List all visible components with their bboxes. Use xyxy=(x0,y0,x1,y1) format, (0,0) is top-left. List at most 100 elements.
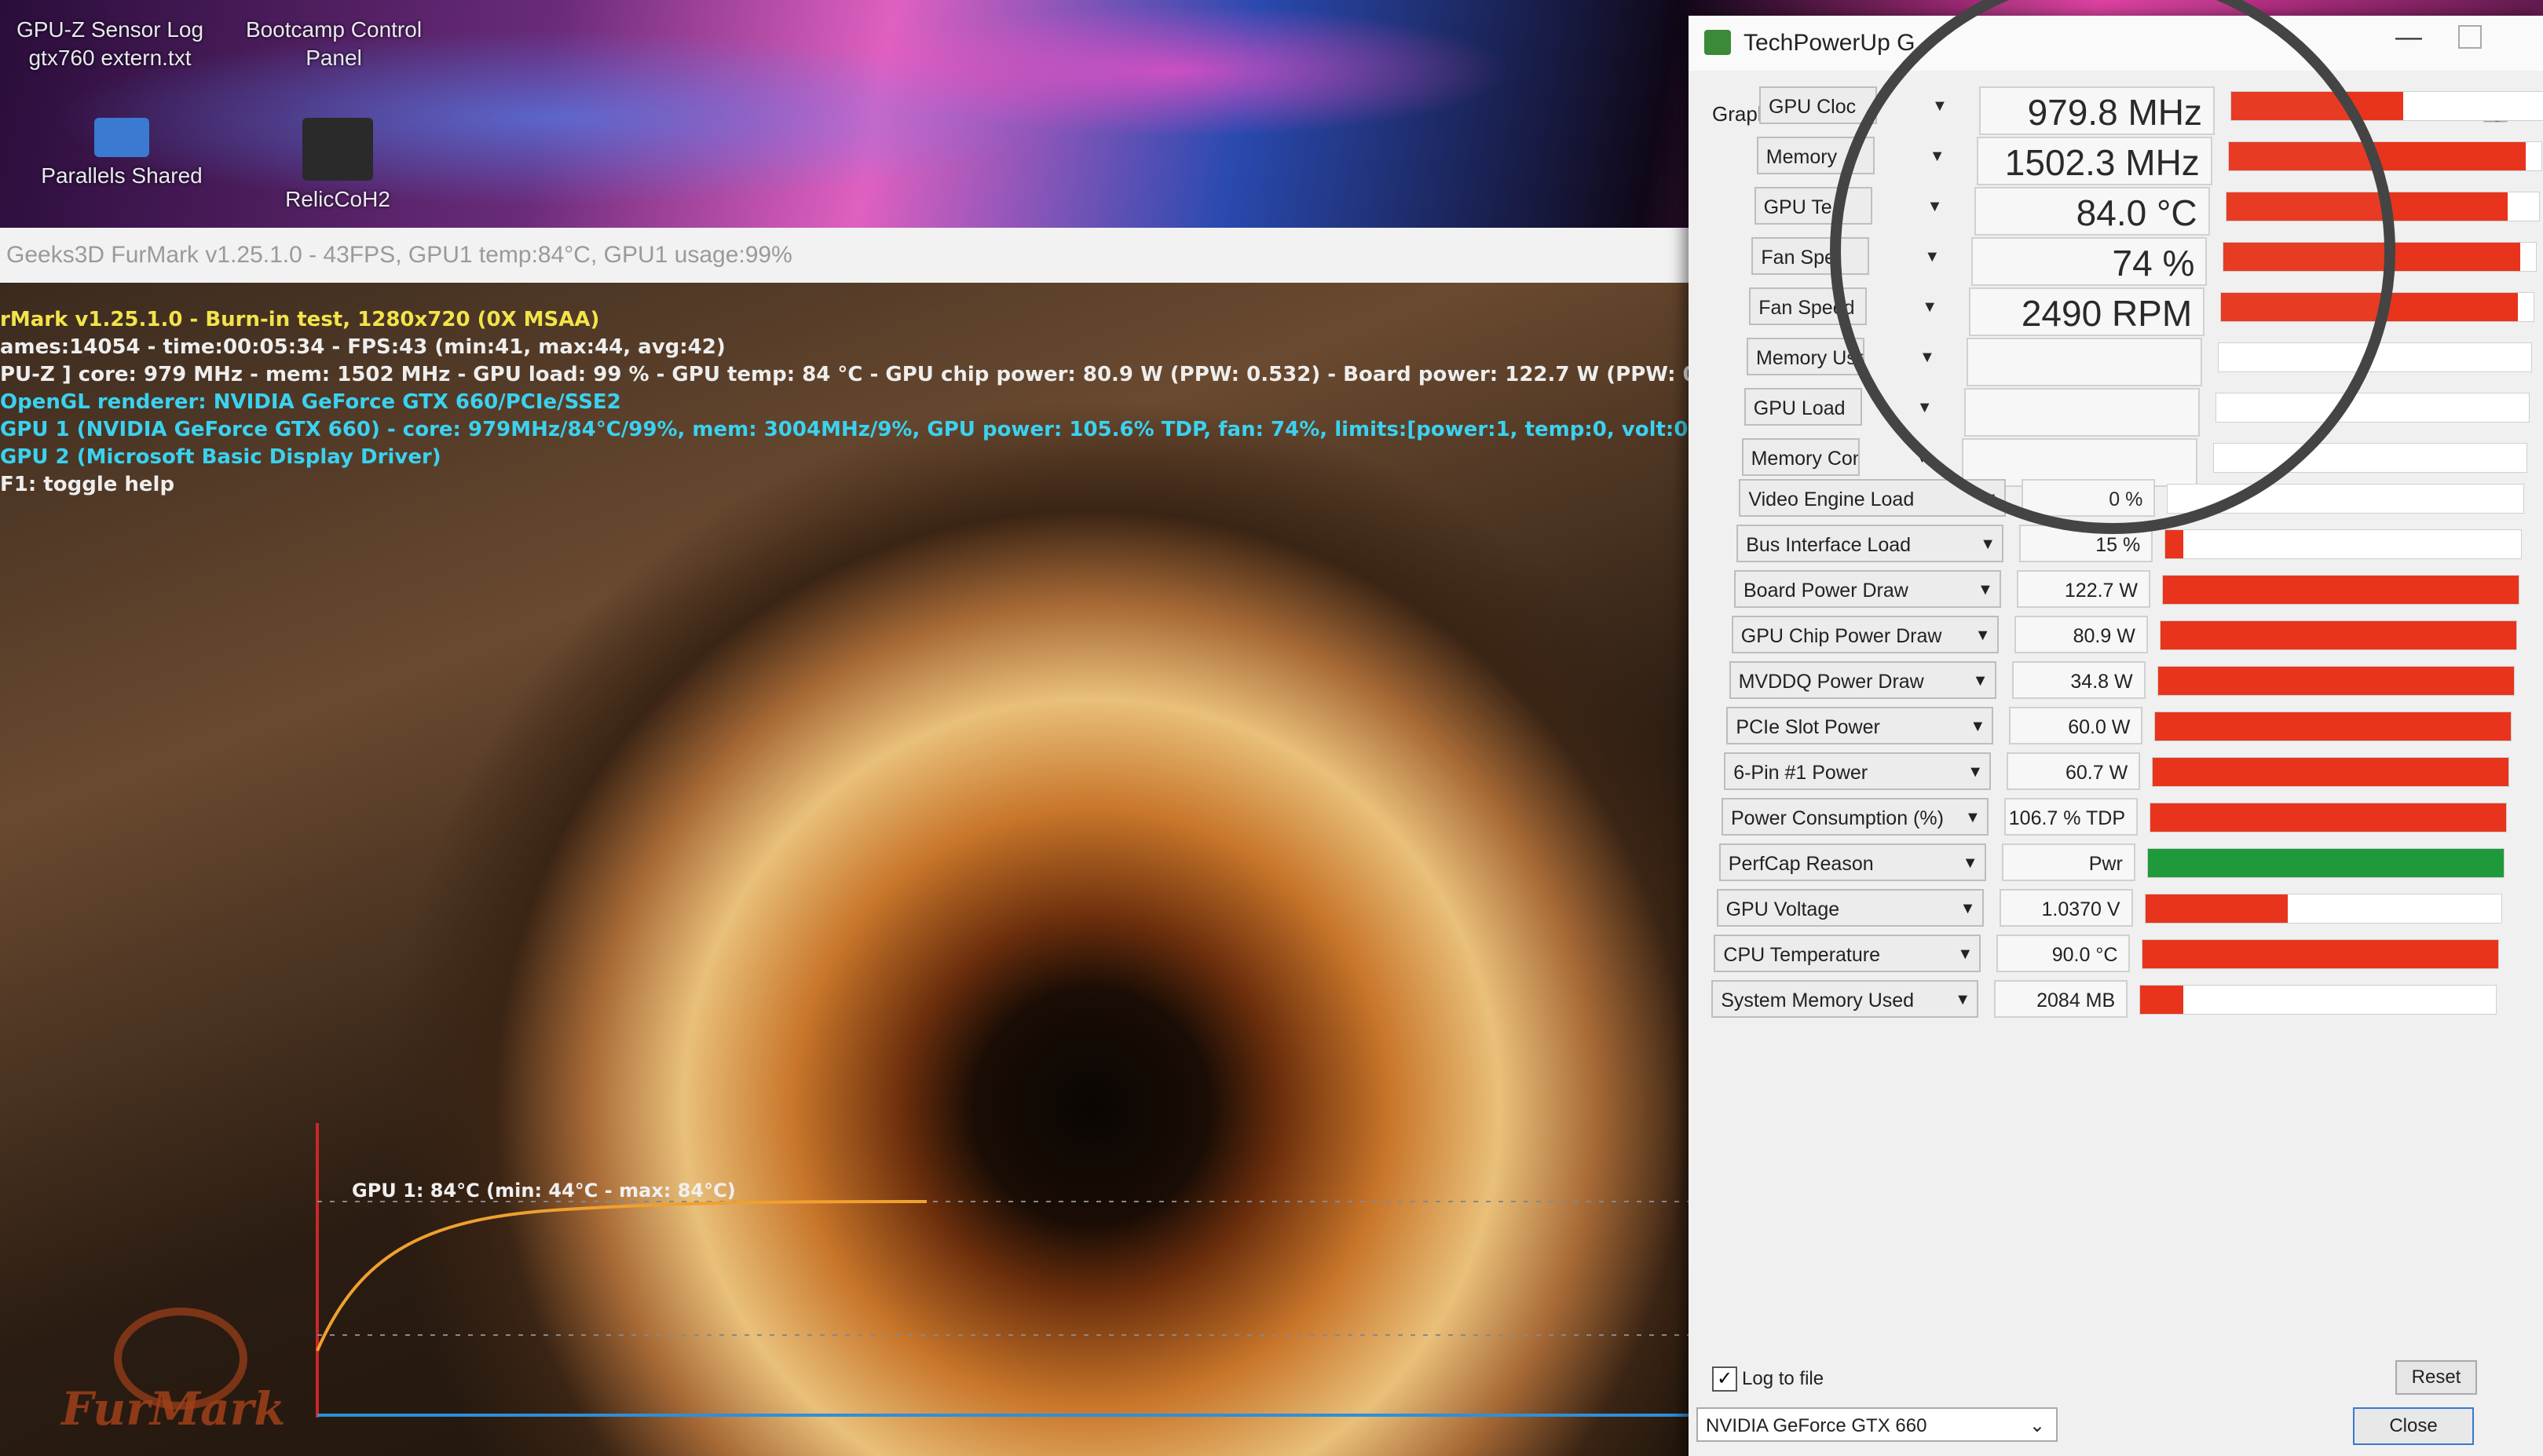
dropdown-arrow-icon[interactable]: ▼ xyxy=(1970,718,1985,736)
hud-line: ames:14054 - time:00:05:34 - FPS:43 (min… xyxy=(0,335,726,359)
temperature-curve xyxy=(316,1200,928,1352)
dropdown-arrow-icon[interactable]: ▼ xyxy=(1955,991,1970,1009)
dropdown-arrow-icon[interactable]: ▼ xyxy=(1960,900,1976,918)
sensor-graph xyxy=(2139,985,2497,1015)
desktop-icon-gpuz-log[interactable]: GPU-Z Sensor Log gtx760 extern.txt xyxy=(8,16,212,72)
sensor-graph-fill xyxy=(2145,894,2288,923)
reset-button[interactable]: Reset xyxy=(2395,1360,2477,1395)
sensor-row: Video Engine Load ▼ 0 % xyxy=(1739,479,2525,523)
dropdown-arrow-icon[interactable]: ▼ xyxy=(1965,809,1981,827)
dropdown-arrow-icon[interactable]: ▼ xyxy=(1927,198,1943,216)
maximize-icon[interactable] xyxy=(2458,25,2482,49)
sensor-row: GPU Voltage ▼ 1.0370 V xyxy=(1716,889,2502,933)
sensor-graph xyxy=(2230,91,2543,121)
sensor-label[interactable]: GPU Voltage xyxy=(1716,889,1984,927)
sensor-label[interactable]: PCIe Slot Power xyxy=(1726,707,1994,744)
sensor-row: PerfCap Reason ▼ Pwr xyxy=(1718,843,2505,887)
dropdown-arrow-icon[interactable]: ▼ xyxy=(1932,97,1948,115)
sensor-graph xyxy=(2167,484,2525,514)
desktop-icon-parallels[interactable]: Parallels Shared xyxy=(31,118,212,190)
sensor-label[interactable]: Video Engine Load xyxy=(1739,479,2007,517)
desktop-icon-bootcamp[interactable]: Bootcamp Control Panel xyxy=(228,16,440,72)
sensor-label[interactable]: Power Consumption (%) xyxy=(1722,798,1989,836)
hud-line: GPU 1 (NVIDIA GeForce GTX 660) - core: 9… xyxy=(0,418,1696,441)
dropdown-arrow-icon[interactable]: ▼ xyxy=(1922,298,1937,316)
furmark-title-bar[interactable]: Geeks3D FurMark v1.25.1.0 - 43FPS, GPU1 … xyxy=(0,228,1696,283)
close-button[interactable]: Close xyxy=(2353,1407,2474,1445)
sensor-label[interactable]: Memory xyxy=(1756,137,1875,174)
sensor-label[interactable]: Bus Interface Load xyxy=(1736,525,2004,562)
desktop-icon-label: RelicCoH2 xyxy=(285,187,390,211)
sensor-label[interactable]: CPU Temperature xyxy=(1714,935,1981,972)
log-to-file-checkbox[interactable]: ✓ xyxy=(1712,1366,1737,1392)
sensor-graph-fill xyxy=(2160,621,2516,649)
gpu-select[interactable]: NVIDIA GeForce GTX 660 ⌄ xyxy=(1696,1407,2058,1442)
sensor-value: 979.8 MHz xyxy=(1979,86,2215,135)
dropdown-arrow-icon[interactable]: ▼ xyxy=(1919,349,1935,367)
sensor-graph-fill xyxy=(2142,940,2499,968)
sensor-value: 106.7 % TDP xyxy=(2004,798,2138,836)
sensor-graph xyxy=(2154,712,2512,741)
sensor-label[interactable]: Memory Used xyxy=(1747,338,1864,375)
sensor-graph-fill xyxy=(2231,92,2403,120)
dropdown-arrow-icon[interactable]: ▼ xyxy=(1915,449,1930,467)
dropdown-arrow-icon[interactable]: ▼ xyxy=(1973,672,1989,690)
sensor-row: GPU Load ▼ xyxy=(1744,388,2530,437)
sensor-label[interactable]: GPU Te xyxy=(1754,187,1872,225)
dropdown-arrow-icon[interactable]: ▼ xyxy=(1924,248,1940,266)
dropdown-arrow-icon[interactable]: ▼ xyxy=(1957,946,1973,964)
sensor-value xyxy=(1963,388,2200,437)
dropdown-arrow-icon[interactable]: ▼ xyxy=(1978,581,1993,599)
sensor-graph xyxy=(2212,443,2527,473)
dropdown-arrow-icon[interactable]: ▼ xyxy=(1967,763,1983,781)
sensor-graph xyxy=(2218,342,2532,372)
dropdown-arrow-icon[interactable]: ▼ xyxy=(1975,627,1991,645)
sensor-graph xyxy=(2157,666,2515,696)
dropdown-arrow-icon[interactable]: ▼ xyxy=(1963,854,1978,873)
chevron-down-icon: ⌄ xyxy=(2029,1415,2045,1436)
gpuz-title-bar[interactable]: TechPowerUp G — xyxy=(1689,16,2543,71)
sensor-graph-fill xyxy=(2165,530,2183,558)
minimize-icon[interactable]: — xyxy=(2395,22,2422,53)
sensor-label[interactable]: GPU Cloc xyxy=(1759,86,1877,124)
hud-line: F1: toggle help xyxy=(0,473,175,496)
sensor-label[interactable]: Fan Spe xyxy=(1751,237,1870,275)
sensor-row: PCIe Slot Power ▼ 60.0 W xyxy=(1726,707,2512,751)
dropdown-arrow-icon[interactable]: ▼ xyxy=(1917,399,1933,417)
sensor-value: 0 % xyxy=(2022,479,2156,517)
desktop-icon-coh2[interactable]: RelicCoH2 xyxy=(259,118,416,214)
sensor-label[interactable]: 6-Pin #1 Power xyxy=(1724,752,1992,790)
sensor-value: 90.0 °C xyxy=(1996,935,2131,972)
sensor-row: Memory Controller Load ▼ xyxy=(1741,438,2527,487)
sensor-label[interactable]: Fan Speed xyxy=(1749,287,1868,325)
sensor-graph-fill xyxy=(2155,712,2512,741)
dropdown-arrow-icon[interactable]: ▼ xyxy=(1930,148,1945,166)
sensor-label[interactable]: MVDDQ Power Draw xyxy=(1729,661,1996,699)
sensor-graph xyxy=(2220,292,2535,322)
sensor-label[interactable]: Board Power Draw xyxy=(1734,570,2001,608)
sensor-graph xyxy=(2144,894,2502,924)
sensor-row: Bus Interface Load ▼ 15 % xyxy=(1736,525,2523,569)
sensor-value: 2490 RPM xyxy=(1969,287,2205,336)
sensor-value: 74 % xyxy=(1971,237,2208,286)
sensor-label[interactable]: Memory Controller Load xyxy=(1741,438,1860,476)
sensor-row: System Memory Used ▼ 2084 MB xyxy=(1711,980,2497,1024)
desktop-icon-label: GPU-Z Sensor Log gtx760 extern.txt xyxy=(16,17,204,70)
dropdown-arrow-icon[interactable]: ▼ xyxy=(1980,536,1996,554)
sensor-value xyxy=(1967,338,2202,386)
sensor-graph xyxy=(2225,192,2540,221)
hud-line: PU-Z ] core: 979 MHz - mem: 1502 MHz - G… xyxy=(0,363,1696,386)
sensor-label[interactable]: GPU Load xyxy=(1744,388,1862,426)
sensor-graph-fill xyxy=(2150,803,2506,832)
game-icon xyxy=(302,118,373,181)
sensor-label[interactable]: GPU Chip Power Draw xyxy=(1731,616,1999,653)
gpuz-app-icon xyxy=(1704,30,1731,55)
sensor-value: 1.0370 V xyxy=(1999,889,2133,927)
sensor-graph xyxy=(2150,803,2507,832)
sensor-label[interactable]: System Memory Used xyxy=(1711,980,1979,1018)
sensor-graph xyxy=(2215,393,2530,423)
dropdown-arrow-icon[interactable]: ▼ xyxy=(1982,490,1998,508)
sensor-value: Pwr xyxy=(2001,843,2135,881)
gpuz-title: TechPowerUp G xyxy=(1744,30,1915,56)
sensor-label[interactable]: PerfCap Reason xyxy=(1718,843,1986,881)
